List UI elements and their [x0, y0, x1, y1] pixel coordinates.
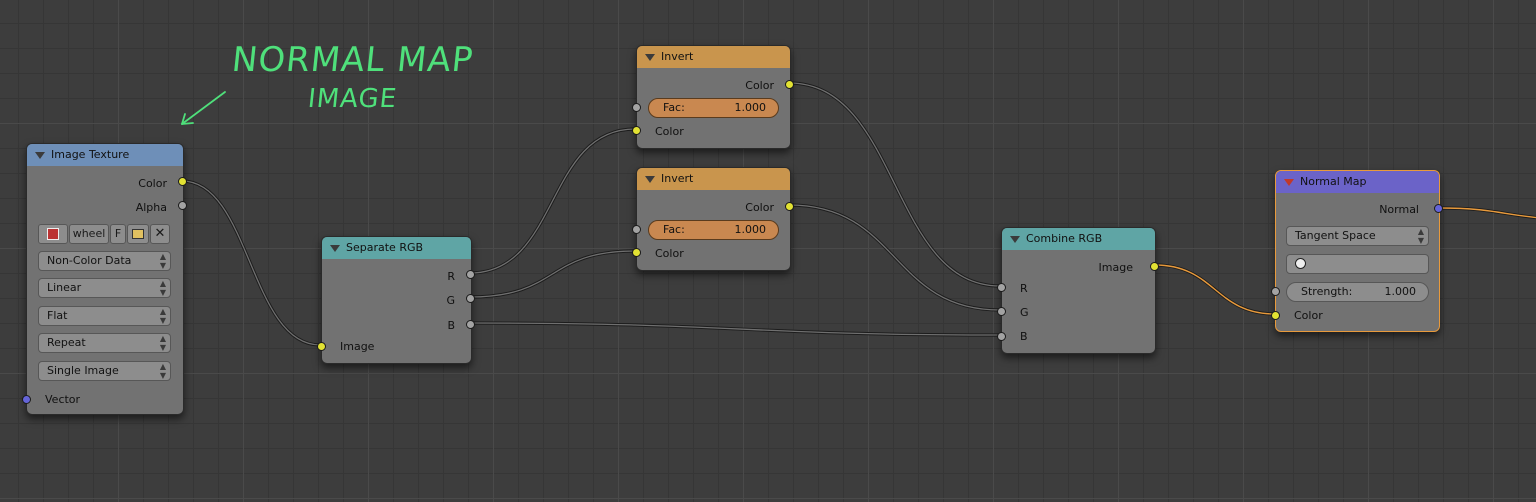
node-title: Normal Map	[1300, 175, 1367, 188]
link-normal-out	[1437, 206, 1536, 220]
updown-arrows-icon: ▲ ▼	[1417, 227, 1424, 245]
collapse-arrow-icon[interactable]	[35, 152, 45, 159]
node-title: Image Texture	[51, 148, 130, 161]
node-header[interactable]: Image Texture	[27, 144, 183, 166]
input-label-image: Image	[340, 340, 375, 353]
output-label-color: Color	[138, 177, 167, 190]
updown-arrows-icon: ▲ ▼	[159, 362, 166, 380]
updown-arrows-icon: ▲ ▼	[159, 307, 166, 325]
open-image-button[interactable]	[127, 224, 149, 244]
annotation-image: IMAGE	[306, 84, 399, 114]
input-label-color: Color	[655, 125, 684, 138]
updown-arrows-icon: ▲ ▼	[159, 279, 166, 297]
output-label-r: R	[447, 270, 455, 283]
output-label-b: B	[447, 319, 455, 332]
annotation-arrow	[181, 91, 226, 125]
link-b-to-combine-b	[468, 321, 1002, 337]
input-label-vector: Vector	[45, 393, 81, 406]
fac-slider[interactable]: Fac: 1.000	[648, 220, 779, 240]
node-header[interactable]: Separate RGB	[322, 237, 471, 259]
output-socket-color[interactable]	[785, 202, 794, 211]
image-icon	[47, 228, 59, 240]
output-socket-color[interactable]	[178, 177, 187, 186]
uv-map-field[interactable]	[1286, 254, 1429, 274]
fake-user-button[interactable]: F	[110, 224, 126, 244]
collapse-arrow-icon[interactable]	[645, 176, 655, 183]
link-r-to-invert1	[468, 127, 637, 275]
output-socket-r[interactable]	[466, 270, 475, 279]
output-label-g: G	[446, 294, 455, 307]
output-label-normal: Normal	[1379, 203, 1419, 216]
output-socket-color[interactable]	[785, 80, 794, 89]
node-header[interactable]: Invert	[637, 168, 790, 190]
output-socket-g[interactable]	[466, 294, 475, 303]
input-label-b: B	[1020, 330, 1028, 343]
output-label-color: Color	[745, 79, 774, 92]
projection-dropdown[interactable]: Flat ▲ ▼	[38, 306, 171, 326]
extension-dropdown[interactable]: Repeat ▲ ▼	[38, 333, 171, 353]
input-label-color: Color	[655, 247, 684, 260]
output-label-image: Image	[1098, 261, 1133, 274]
close-icon: ✕	[154, 226, 166, 241]
node-title: Invert	[661, 172, 694, 185]
node-separate-rgb[interactable]: Separate RGB R G B Image	[317, 236, 475, 364]
node-header[interactable]: Combine RGB	[1002, 228, 1155, 250]
fac-slider[interactable]: Fac: 1.000	[648, 98, 779, 118]
link-invert2-to-combine-g	[787, 203, 1002, 312]
node-combine-rgb[interactable]: Combine RGB Image R G B	[997, 227, 1159, 354]
link-invert1-to-combine-r	[787, 81, 1002, 288]
node-image-texture[interactable]: Image Texture Color Alpha wheel F ✕ Non-…	[22, 143, 187, 415]
updown-arrows-icon: ▲ ▼	[159, 252, 166, 270]
updown-arrows-icon: ▲ ▼	[159, 334, 166, 352]
node-invert-2[interactable]: Invert Color Fac: 1.000 Color	[632, 167, 794, 271]
input-label-g: G	[1020, 306, 1029, 319]
input-socket-fac[interactable]	[632, 225, 641, 234]
annotation-normal-map: NORMAL MAP	[229, 40, 476, 80]
collapse-arrow-icon[interactable]	[330, 245, 340, 252]
link-image-color-to-separate	[180, 179, 322, 347]
color-space-dropdown[interactable]: Non-Color Data ▲ ▼	[38, 251, 171, 271]
collapse-arrow-icon[interactable]	[1010, 236, 1020, 243]
image-browse-button[interactable]	[38, 224, 68, 244]
link-combine-to-normalmap	[1153, 263, 1277, 316]
input-socket-fac[interactable]	[632, 103, 641, 112]
interpolation-dropdown[interactable]: Linear ▲ ▼	[38, 278, 171, 298]
strength-slider[interactable]: Strength: 1.000	[1286, 282, 1429, 302]
node-title: Separate RGB	[346, 241, 424, 254]
output-socket-image[interactable]	[1150, 262, 1159, 271]
source-dropdown[interactable]: Single Image ▲ ▼	[38, 361, 171, 381]
output-label-alpha: Alpha	[135, 201, 167, 214]
space-dropdown[interactable]: Tangent Space ▲ ▼	[1286, 226, 1429, 246]
collapse-arrow-icon[interactable]	[1284, 179, 1294, 186]
output-label-color: Color	[745, 201, 774, 214]
collapse-arrow-icon[interactable]	[645, 54, 655, 61]
node-header[interactable]: Normal Map	[1276, 171, 1439, 193]
folder-icon	[132, 229, 144, 239]
node-normal-map[interactable]: Normal Map Normal Tangent Space ▲ ▼ Streng…	[1271, 170, 1443, 332]
input-label-r: R	[1020, 282, 1028, 295]
link-g-to-invert2	[468, 249, 637, 299]
node-title: Combine RGB	[1026, 232, 1103, 245]
node-header[interactable]: Invert	[637, 46, 790, 68]
node-title: Invert	[661, 50, 694, 63]
input-socket-strength[interactable]	[1271, 287, 1280, 296]
output-socket-b[interactable]	[466, 320, 475, 329]
output-socket-alpha[interactable]	[178, 201, 187, 210]
unlink-image-button[interactable]: ✕	[150, 224, 170, 244]
image-name-field[interactable]: wheel	[69, 224, 109, 244]
uv-sphere-icon	[1295, 258, 1306, 269]
output-socket-normal[interactable]	[1434, 204, 1443, 213]
input-label-color: Color	[1294, 309, 1323, 322]
node-invert-1[interactable]: Invert Color Fac: 1.000 Color	[632, 45, 794, 149]
